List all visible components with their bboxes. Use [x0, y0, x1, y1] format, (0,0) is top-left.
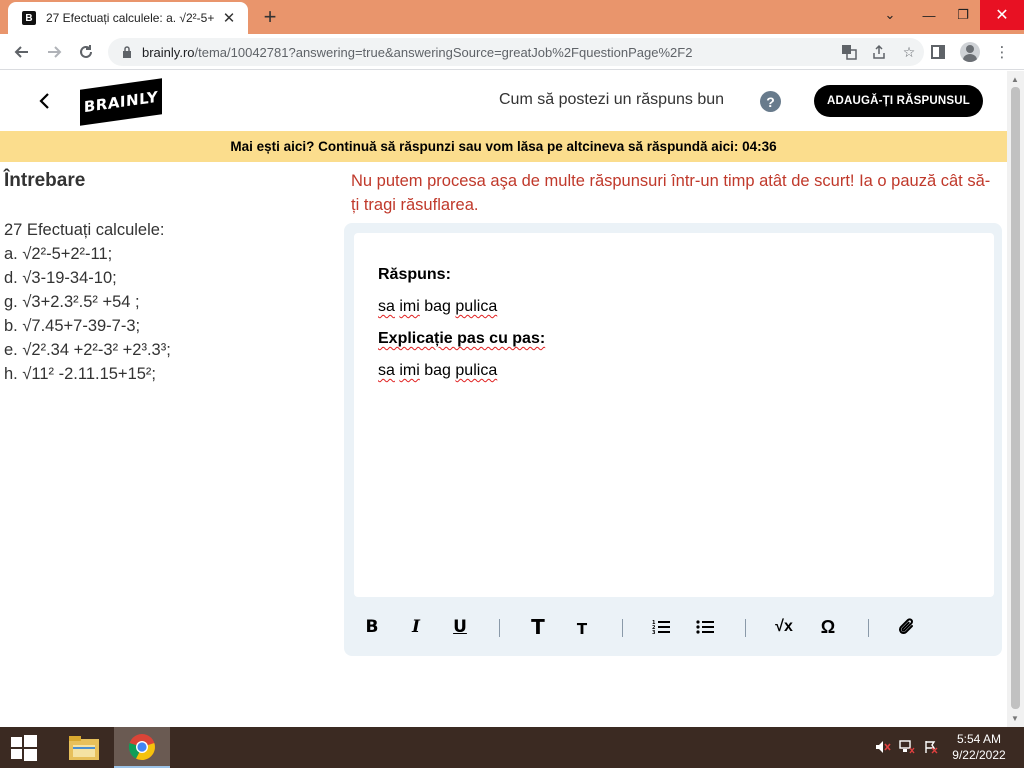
chrome-icon[interactable]	[114, 727, 170, 768]
question-line: h. √11² -2.11.15+15²;	[4, 365, 156, 383]
translate-icon[interactable]	[834, 38, 864, 66]
explanation-text: sa imi bag pulica	[378, 362, 498, 379]
browser-toolbar: brainly.ro/tema/10042781?answering=true&…	[0, 34, 1024, 70]
bullet-list-icon[interactable]	[689, 611, 721, 643]
special-symbol-button[interactable]: Ω	[812, 611, 844, 643]
question-line: d. √3-19-34-10;	[4, 269, 117, 287]
toolbar-divider	[745, 619, 746, 637]
math-formula-button[interactable]: √x	[768, 611, 800, 643]
action-center-flag-icon[interactable]	[920, 737, 942, 757]
windows-start-icon[interactable]	[0, 727, 48, 768]
answer-editor-container: Răspuns: sa imi bag pulica Explicație pa…	[344, 223, 1002, 656]
taskbar-clock[interactable]: 5:54 AM 9/22/2022	[940, 731, 1018, 763]
tab-close-icon[interactable]: ✕	[220, 9, 238, 27]
question-body: 27 Efectuați calculele: a. √2²-5+2²-11; …	[4, 218, 171, 386]
tab-title: 27 Efectuați calculele: a. √2²-5+2	[46, 11, 214, 25]
address-bar[interactable]: brainly.ro/tema/10042781?answering=true&…	[108, 38, 924, 66]
forward-arrow-icon[interactable]	[40, 38, 68, 66]
new-tab-button[interactable]: +	[258, 4, 282, 29]
bookmark-star-icon[interactable]: ☆	[894, 38, 924, 66]
browser-tabstrip: B 27 Efectuați calculele: a. √2²-5+2 ✕ +…	[0, 0, 1024, 34]
side-panel-icon[interactable]	[924, 38, 952, 66]
scroll-down-arrow-icon[interactable]: ▼	[1011, 714, 1019, 723]
page-scrollbar[interactable]: ▲ ▼	[1007, 71, 1024, 727]
answer-editor[interactable]: Răspuns: sa imi bag pulica Explicație pa…	[354, 233, 994, 597]
menu-kebab-icon[interactable]: ⋮	[988, 38, 1016, 66]
volume-muted-icon[interactable]	[872, 737, 894, 757]
question-line: a. √2²-5+2²-11;	[4, 245, 113, 263]
question-line: g. √3+2.3².5² +54 ;	[4, 293, 140, 311]
small-heading-button[interactable]: T	[566, 611, 598, 643]
file-explorer-icon[interactable]	[56, 727, 112, 768]
network-icon[interactable]	[896, 737, 918, 757]
attachment-icon[interactable]	[891, 611, 923, 643]
toolbar-divider	[622, 619, 623, 637]
restore-button[interactable]: ❐	[946, 0, 980, 30]
how-to-answer-link[interactable]: Cum să postezi un răspuns bun	[499, 91, 724, 109]
scroll-thumb[interactable]	[1011, 87, 1020, 709]
svg-text:3: 3	[652, 630, 656, 635]
url-text: brainly.ro/tema/10042781?answering=true&…	[142, 44, 693, 60]
toolbar-divider	[868, 619, 869, 637]
scroll-up-arrow-icon[interactable]: ▲	[1011, 75, 1019, 84]
back-arrow-icon[interactable]	[8, 38, 36, 66]
editor-toolbar: B I U T T 123 √x Ω	[354, 607, 994, 647]
brainly-logo[interactable]: BRAINLY	[80, 78, 162, 126]
timeout-banner: Mai ești aici? Continuă să răspunzi sau …	[0, 131, 1007, 162]
clock-time: 5:54 AM	[956, 732, 1002, 746]
site-header: BRAINLY Cum să postezi un răspuns bun ? …	[0, 71, 1007, 131]
rate-limit-warning: Nu putem procesa aşa de multe răspunsuri…	[351, 172, 991, 214]
help-icon[interactable]: ?	[760, 91, 781, 112]
window-close-button[interactable]: ✕	[980, 0, 1024, 30]
reload-icon[interactable]	[72, 38, 100, 66]
underline-button[interactable]: U	[444, 611, 476, 643]
lock-icon[interactable]	[120, 45, 134, 59]
add-answer-button[interactable]: ADAUGĂ-ȚI RĂSPUNSUL	[814, 85, 983, 117]
clock-date: 9/22/2022	[952, 748, 1006, 762]
answer-text: sa imi bag pulica	[378, 298, 498, 315]
toolbar-divider	[499, 619, 500, 637]
page-content: BRAINLY Cum să postezi un răspuns bun ? …	[0, 71, 1007, 727]
large-heading-button[interactable]: T	[522, 611, 554, 643]
question-line: e. √2².34 +2²-3² +2³.3³;	[4, 341, 171, 359]
minimize-button[interactable]: —	[912, 0, 946, 30]
answer-label: Răspuns:	[378, 266, 451, 283]
explanation-label: Explicație pas cu pas:	[378, 330, 546, 347]
windows-taskbar: 5:54 AM 9/22/2022	[0, 727, 1024, 768]
brainly-favicon-icon: B	[22, 11, 36, 25]
browser-tab[interactable]: B 27 Efectuați calculele: a. √2²-5+2 ✕	[8, 2, 248, 34]
tab-search-chevron-icon[interactable]: ⌄	[872, 0, 908, 30]
profile-avatar[interactable]	[956, 38, 984, 66]
share-icon[interactable]	[864, 38, 894, 66]
back-chevron-icon[interactable]	[32, 87, 56, 115]
bold-button[interactable]: B	[356, 611, 388, 643]
question-heading: Întrebare	[4, 170, 86, 191]
window-controls: ⌄ — ❐ ✕	[872, 0, 1024, 30]
italic-button[interactable]: I	[400, 611, 432, 643]
question-line: b. √7.45+7-39-7-3;	[4, 317, 141, 335]
question-line: 27 Efectuați calculele:	[4, 221, 165, 239]
numbered-list-icon[interactable]: 123	[645, 611, 677, 643]
